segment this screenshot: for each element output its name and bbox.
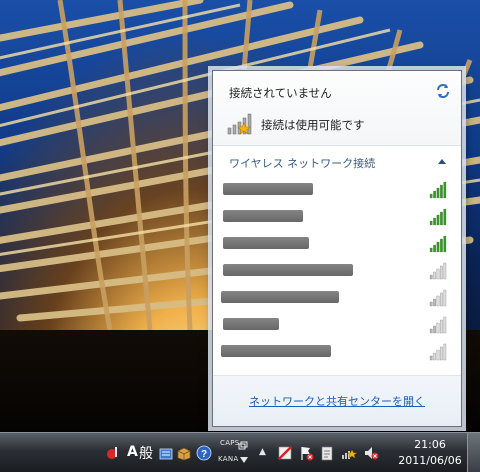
signal-bar: [440, 346, 443, 361]
signal-bar: [440, 238, 443, 253]
signal-bar: [433, 271, 436, 280]
signal-bar: [436, 214, 440, 226]
action-center-flag-icon[interactable]: [298, 445, 314, 461]
network-name-redacted: [221, 345, 331, 357]
network-name-redacted: [223, 318, 279, 330]
signal-bar: [429, 274, 433, 280]
restore-icon[interactable]: [238, 441, 248, 451]
signal-bar: [429, 247, 433, 253]
signal-bar: [433, 190, 436, 199]
network-item[interactable]: [213, 177, 461, 204]
signal-bar: [443, 262, 447, 280]
signal-bar: [429, 193, 433, 199]
network-item[interactable]: [213, 285, 461, 312]
show-hidden-icons-arrow[interactable]: ▲: [259, 447, 266, 457]
signal-bar: [436, 187, 440, 199]
signal-strength-icon: [429, 208, 447, 226]
signal-bar: [436, 268, 440, 280]
svg-text:?: ?: [201, 449, 207, 460]
network-flyout: 接続されていません 接続は使用可能です ワイヤレス ネットワーク接続 ネットワー…: [212, 70, 462, 427]
signal-bar: [436, 322, 440, 334]
network-item[interactable]: [213, 312, 461, 339]
signal-bar: [443, 235, 447, 253]
signal-bar: [443, 289, 447, 307]
signal-bar: [433, 298, 436, 307]
signal-bar: [433, 244, 436, 253]
signal-bar: [433, 325, 436, 334]
clock-date[interactable]: 2011/06/06: [396, 454, 464, 467]
network-item[interactable]: [213, 204, 461, 231]
signal-bar: [433, 217, 436, 226]
ime-input-mode[interactable]: A: [127, 444, 138, 460]
ime-pad-icon[interactable]: [158, 445, 174, 461]
signal-bar: [443, 208, 447, 226]
signal-strength-icon: [429, 235, 447, 253]
ime-options-arrow-icon[interactable]: [240, 457, 248, 463]
signal-bar: [429, 328, 433, 334]
signal-bar: [440, 265, 443, 280]
signal-bar: [436, 295, 440, 307]
show-desktop-button[interactable]: [467, 433, 480, 472]
ime-toolbar-icon[interactable]: [105, 445, 121, 461]
network-item[interactable]: [213, 231, 461, 258]
security-warning-icon[interactable]: [277, 445, 293, 461]
dictionary-box-icon[interactable]: [176, 445, 192, 461]
signal-strength-icon: [429, 181, 447, 199]
signal-bar: [440, 184, 443, 199]
caps-indicator: CAPS: [220, 439, 240, 447]
ime-kanji-mode[interactable]: 般: [139, 443, 153, 463]
signal-bar: [443, 316, 447, 334]
signal-bar: [443, 343, 447, 361]
refresh-icon[interactable]: [435, 83, 451, 99]
chevron-up-icon[interactable]: [437, 157, 447, 165]
network-name-redacted: [223, 183, 313, 195]
signal-bar: [440, 319, 443, 334]
signal-bar: [436, 241, 440, 253]
network-available-icon: [227, 113, 252, 135]
wireless-section-title: ワイヤレス ネットワーク接続: [229, 157, 376, 170]
clock-time[interactable]: 21:06: [402, 438, 458, 451]
signal-bar: [440, 211, 443, 226]
signal-bar: [429, 301, 433, 307]
network-name-redacted: [223, 264, 353, 276]
signal-bar: [436, 349, 440, 361]
open-network-sharing-center-link[interactable]: ネットワークと共有センターを開く: [213, 393, 461, 409]
volume-muted-icon[interactable]: [363, 445, 379, 461]
signal-strength-icon: [429, 343, 447, 361]
network-name-redacted: [223, 210, 303, 222]
signal-bar: [433, 352, 436, 361]
wireless-section-header[interactable]: ワイヤレス ネットワーク接続: [213, 151, 461, 171]
flyout-footer: ネットワークと共有センターを開く: [213, 375, 461, 426]
signal-strength-icon: [429, 289, 447, 307]
signal-bar: [443, 181, 447, 199]
help-icon[interactable]: ?: [196, 445, 212, 461]
signal-strength-icon: [429, 316, 447, 334]
network-item[interactable]: [213, 258, 461, 285]
network-list: [213, 177, 461, 366]
network-tray-icon[interactable]: [341, 445, 357, 461]
network-item[interactable]: [213, 339, 461, 366]
clipboard-icon[interactable]: [319, 445, 335, 461]
connection-status: 接続されていません: [229, 86, 332, 100]
signal-strength-icon: [429, 262, 447, 280]
network-name-redacted: [223, 237, 309, 249]
taskbar: A 般 ? CAPS KANA ▲ 21:06 2011/06/06: [0, 432, 480, 472]
network-name-redacted: [221, 291, 339, 303]
kana-indicator: KANA: [218, 455, 239, 463]
signal-bar: [429, 355, 433, 361]
connection-available-text: 接続は使用可能です: [261, 118, 365, 132]
signal-bar: [429, 220, 433, 226]
signal-bar: [440, 292, 443, 307]
flyout-header: 接続されていません 接続は使用可能です: [213, 71, 461, 146]
